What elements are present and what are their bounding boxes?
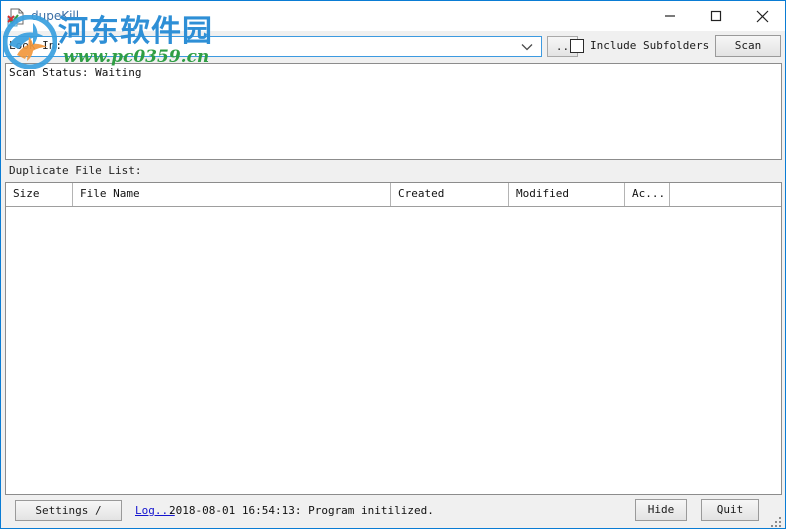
window-controls xyxy=(647,1,785,31)
scan-button[interactable]: Scan xyxy=(715,35,781,57)
list-body[interactable] xyxy=(6,207,781,494)
look-in-label: Look In: xyxy=(9,39,62,52)
list-header: Size File Name Created Modified Ac... xyxy=(6,183,781,207)
minimize-button[interactable] xyxy=(647,1,693,31)
close-icon xyxy=(756,10,768,22)
minimize-icon xyxy=(665,15,675,17)
duplicate-file-list[interactable]: Size File Name Created Modified Ac... xyxy=(5,182,782,495)
toolbar: Look In: .. Include Subfolders xyxy=(1,31,785,61)
scan-status-panel: Scan Status: Waiting xyxy=(5,63,782,160)
maximize-icon xyxy=(710,10,722,22)
include-subfolders-label: Include Subfolders xyxy=(590,39,710,52)
look-in-combobox[interactable] xyxy=(3,36,542,57)
close-button[interactable] xyxy=(739,1,785,31)
column-header-file-name[interactable]: File Name xyxy=(73,183,391,206)
dupekill-window: dupeKill Look In: .. Include Subfolders … xyxy=(0,0,786,529)
column-header-accessed[interactable]: Ac... xyxy=(625,183,670,206)
bottom-bar: Settings / Log... 2018-08-01 16:54:13: P… xyxy=(1,495,785,528)
hide-button[interactable]: Hide xyxy=(635,499,687,521)
column-header-created[interactable]: Created xyxy=(391,183,509,206)
window-title: dupeKill xyxy=(31,9,80,23)
maximize-button[interactable] xyxy=(693,1,739,31)
settings-button[interactable]: Settings / xyxy=(15,500,122,521)
scan-status-text: Scan Status: Waiting xyxy=(9,66,142,79)
resize-grip-icon[interactable] xyxy=(771,514,783,527)
column-header-size[interactable]: Size xyxy=(6,183,73,206)
title-bar: dupeKill xyxy=(1,1,785,31)
duplicate-file-list-label: Duplicate File List: xyxy=(9,164,142,177)
column-header-modified[interactable]: Modified xyxy=(509,183,625,206)
include-subfolders-checkbox[interactable] xyxy=(570,39,584,53)
log-message: 2018-08-01 16:54:13: Program initilized. xyxy=(169,504,434,517)
quit-button[interactable]: Quit xyxy=(701,499,759,521)
column-header-filler xyxy=(670,183,781,206)
app-icon xyxy=(6,6,28,28)
chevron-down-icon[interactable] xyxy=(518,37,536,56)
